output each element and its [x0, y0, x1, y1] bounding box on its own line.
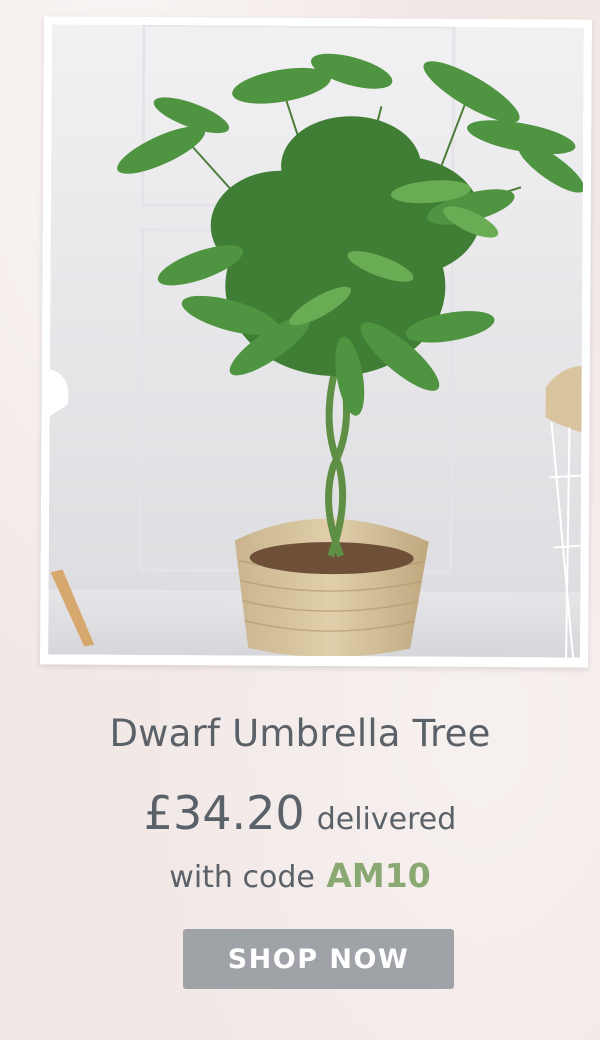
product-photo[interactable] [48, 24, 584, 658]
price-line: £34.20 delivered [0, 786, 600, 840]
plant-illustration [48, 24, 584, 658]
discount-code-line: with code AM10 [0, 856, 600, 895]
discount-code: AM10 [326, 856, 431, 895]
shop-now-button[interactable]: SHOP NOW [183, 929, 454, 989]
price: £34.20 [143, 786, 305, 840]
product-name: Dwarf Umbrella Tree [109, 712, 491, 755]
price-suffix: delivered [316, 802, 457, 837]
product-photo-frame[interactable] [40, 16, 592, 668]
code-prefix: with code [169, 860, 315, 895]
